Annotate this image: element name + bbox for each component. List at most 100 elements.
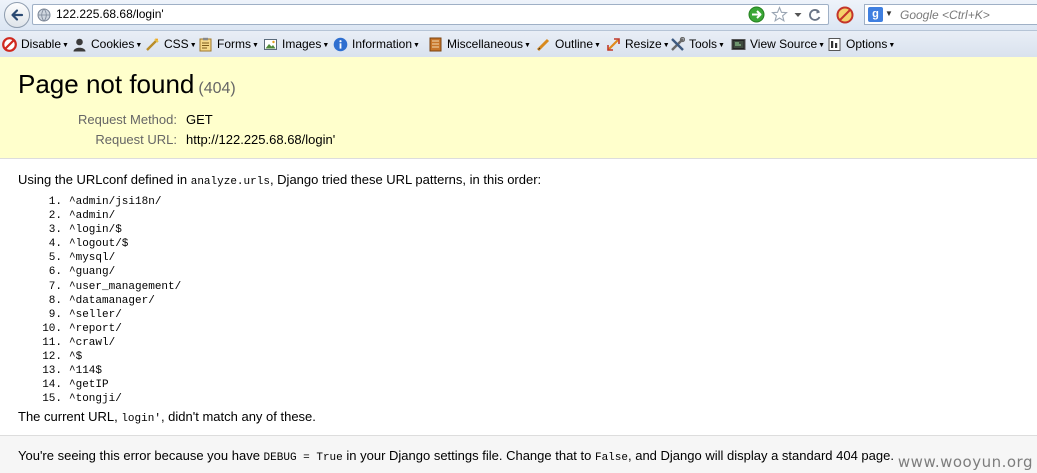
tools-icon xyxy=(671,36,685,51)
toolbar-resize-menu[interactable]: Resize ▼ xyxy=(606,35,670,53)
request-url-label: Request URL: xyxy=(95,132,177,147)
search-box[interactable]: g ▼ Google <Ctrl+K> xyxy=(864,4,1037,25)
options-icon xyxy=(828,37,841,51)
list-number: 7. xyxy=(48,280,62,293)
toolbar-label: Disable xyxy=(21,37,62,51)
resize-icon xyxy=(607,37,620,51)
forms-icon xyxy=(199,37,212,51)
browser-navbar: 122.225.68.68/login' g ▼ Google <Ctrl+K> xyxy=(0,0,1037,31)
url-pattern: ^admin/ xyxy=(69,210,116,223)
list-number: 3. xyxy=(48,224,62,237)
list-number: 12. xyxy=(42,351,62,364)
url-pattern-item: 6. ^guang/ xyxy=(33,265,181,279)
list-number: 9. xyxy=(48,308,62,321)
url-pattern-item: 13. ^114$ xyxy=(33,364,181,378)
urlconf-module: analyze.urls xyxy=(190,176,270,188)
toolbar-css-menu[interactable]: CSS ▼ xyxy=(145,35,197,53)
toolbar-images-menu[interactable]: Images ▼ xyxy=(263,35,329,53)
url-pattern: ^crawl/ xyxy=(69,336,116,349)
toolbar-disable-menu[interactable]: Disable ▼ xyxy=(2,35,69,53)
toolbar-information-menu[interactable]: Information ▼ xyxy=(333,35,420,53)
bookmark-star-icon[interactable] xyxy=(771,6,788,23)
url-pattern: ^report/ xyxy=(69,322,122,335)
url-pattern-item: 5. ^mysql/ xyxy=(33,251,181,265)
toolbar-outline-menu[interactable]: Outline ▼ xyxy=(536,35,601,53)
chevron-down-icon: ▼ xyxy=(413,41,420,49)
toolbar-label: Miscellaneous xyxy=(447,37,524,51)
error-summary: Page not found (404) Request Method: GET … xyxy=(0,57,1037,159)
url-pattern-item: 10. ^report/ xyxy=(33,322,181,336)
url-pattern: ^datamanager/ xyxy=(69,294,155,307)
url-pattern-item: 11. ^crawl/ xyxy=(33,336,181,350)
toolbar-label: Options xyxy=(846,37,888,51)
images-icon xyxy=(264,38,277,50)
outline-icon xyxy=(536,38,550,51)
urlconf-intro: Using the URLconf defined in analyze.url… xyxy=(18,172,541,190)
url-pattern-item: 14. ^getIP xyxy=(33,378,181,392)
search-engine-dropdown-icon[interactable]: ▼ xyxy=(885,9,893,18)
toolbar-label: CSS xyxy=(164,37,189,51)
url-pattern-item: 4. ^logout/$ xyxy=(33,237,181,251)
address-bar[interactable]: 122.225.68.68/login' xyxy=(32,4,829,25)
cookies-icon xyxy=(73,38,86,51)
false-value: False xyxy=(594,452,628,464)
chevron-down-icon: ▼ xyxy=(524,41,531,49)
toolbar-tools-menu[interactable]: Tools ▼ xyxy=(670,35,725,53)
url-pattern: ^seller/ xyxy=(69,308,122,321)
dropdown-arrow-icon[interactable] xyxy=(794,6,802,23)
go-arrow-icon[interactable] xyxy=(748,6,765,23)
current-url: login' xyxy=(121,413,161,425)
list-number: 10. xyxy=(42,322,62,335)
disable-icon xyxy=(2,36,17,52)
view-source-icon xyxy=(731,38,746,50)
toolbar-cookies-menu[interactable]: Cookies ▼ xyxy=(72,35,142,53)
url-pattern-item: 3. ^login/$ xyxy=(33,223,181,237)
list-number: 14. xyxy=(42,379,62,392)
error-info: Using the URLconf defined in analyze.url… xyxy=(0,159,1037,435)
request-method-label: Request Method: xyxy=(77,112,177,127)
toolbar-options-menu[interactable]: Options ▼ xyxy=(827,35,895,53)
url-pattern-item: 8. ^datamanager/ xyxy=(33,294,181,308)
url-pattern: ^$ xyxy=(69,351,83,364)
back-button[interactable] xyxy=(4,2,30,28)
css-icon xyxy=(146,37,159,51)
list-number: 15. xyxy=(42,393,62,406)
back-arrow-icon xyxy=(11,9,24,21)
toolbar-label: Forms xyxy=(217,37,251,51)
explanation-text: , and Django will display a standard 404… xyxy=(628,448,894,463)
url-pattern-item: 12. ^$ xyxy=(33,350,181,364)
reload-icon[interactable] xyxy=(808,6,822,23)
toolbar-miscellaneous-menu[interactable]: Miscellaneous ▼ xyxy=(428,35,531,53)
watermark: www.wooyun.org xyxy=(897,453,1033,471)
chevron-down-icon: ▼ xyxy=(594,41,601,49)
request-method-value: GET xyxy=(186,112,213,127)
page-title: Page not found (404) xyxy=(18,69,236,104)
nomatch-text: The current URL, xyxy=(18,409,122,424)
noscript-block-icon[interactable] xyxy=(836,6,854,24)
explanation-text: You're seeing this error because you hav… xyxy=(18,448,264,463)
web-developer-toolbar: Disable ▼ Cookies ▼ CSS ▼ Forms ▼ Images ▼ In… xyxy=(0,31,1037,58)
toolbar-label: Tools xyxy=(689,37,718,51)
chevron-down-icon: ▼ xyxy=(888,41,896,49)
chevron-down-icon: ▼ xyxy=(818,41,826,49)
url-pattern-item: 15. ^tongji/ xyxy=(33,392,181,406)
toolbar-view-source-menu[interactable]: View Source ▼ xyxy=(731,35,825,53)
google-icon[interactable]: g xyxy=(868,7,883,22)
url-text[interactable]: 122.225.68.68/login' xyxy=(56,7,164,22)
url-pattern-item: 1. ^admin/jsi18n/ xyxy=(33,195,181,209)
chevron-down-icon: ▼ xyxy=(135,41,143,49)
request-url-value: http://122.225.68.68/login' xyxy=(186,132,336,147)
url-pattern: ^login/$ xyxy=(69,224,122,237)
search-placeholder[interactable]: Google <Ctrl+K> xyxy=(900,8,990,22)
debug-message: You're seeing this error because you hav… xyxy=(18,448,894,466)
toolbar-forms-menu[interactable]: Forms ▼ xyxy=(198,35,259,53)
toolbar-label: Resize xyxy=(625,37,662,51)
url-pattern: ^getIP xyxy=(69,379,109,392)
error-title: Page not found xyxy=(18,69,195,99)
chevron-down-icon: ▼ xyxy=(718,41,725,49)
intro-text: Using the URLconf defined in xyxy=(18,172,191,187)
list-number: 8. xyxy=(48,294,62,307)
chevron-down-icon: ▼ xyxy=(189,41,197,49)
status-code: (404) xyxy=(198,80,236,97)
list-number: 6. xyxy=(48,266,62,279)
